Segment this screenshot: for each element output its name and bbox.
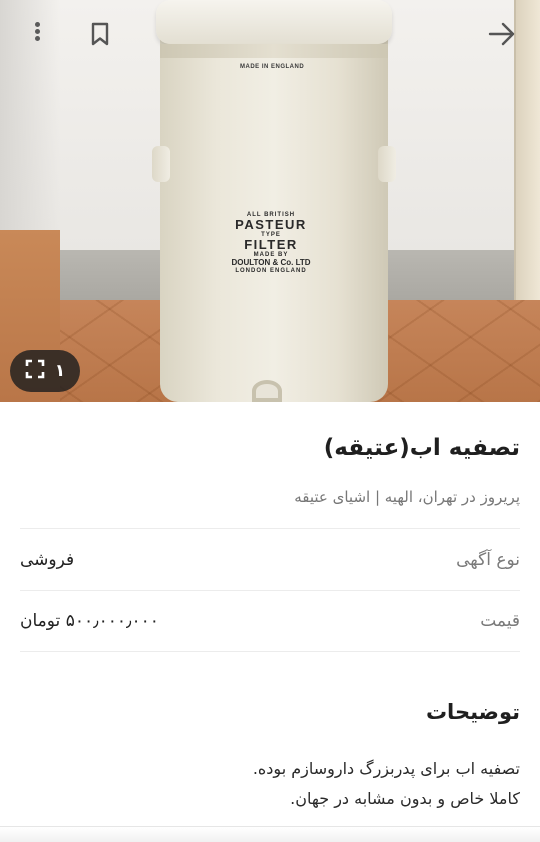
listing-subtitle: پریروز در تهران، الهیه | اشیای عتیقه: [294, 488, 520, 506]
kebab-menu-icon[interactable]: [26, 20, 48, 48]
detail-row-price: قیمت ۵۰۰٫۰۰۰٫۰۰۰ تومان: [20, 590, 520, 652]
water-filter-rim: [160, 44, 388, 58]
price-value: ۵۰۰٫۰۰۰٫۰۰۰ تومان: [20, 611, 159, 631]
description-title: توضیحات: [425, 700, 520, 724]
product-label-line: PASTEUR: [235, 217, 307, 232]
bottom-bar-edge: [0, 826, 540, 842]
description-line: کاملا خاص و بدون مشابه در جهان.: [290, 789, 520, 808]
listing-photo[interactable]: MADE IN ENGLAND ALL BRITISH PASTEUR TYPE…: [0, 0, 540, 402]
listing-content: تصفیه اب(عتیقه) پریروز در تهران، الهیه |…: [20, 402, 520, 814]
description-line: تصفیه اب برای پدربزرگ داروسازم بوده.: [252, 759, 520, 778]
detail-row-ad-type: نوع آگهی فروشی: [20, 528, 520, 590]
product-label-line: LONDON ENGLAND: [235, 268, 307, 274]
product-label: ALL BRITISH PASTEUR TYPE FILTER MADE BY …: [196, 212, 346, 274]
water-filter-spigot: [252, 380, 282, 402]
detail-value: فروشی: [20, 549, 75, 570]
detail-key: قیمت: [480, 611, 520, 631]
detail-rows: نوع آگهی فروشی قیمت ۵۰۰٫۰۰۰٫۰۰۰ تومان: [20, 528, 520, 652]
product-label-line: FILTER: [244, 237, 298, 252]
water-filter-lid: [156, 0, 392, 44]
product-label-line: DOULTON & Co. LTD: [231, 258, 311, 267]
arrow-right-icon[interactable]: [486, 20, 518, 48]
product-stamp: MADE IN ENGLAND: [240, 64, 305, 70]
detail-key: نوع آگهی: [456, 549, 520, 570]
listing-title: تصفیه اب(عتیقه): [323, 435, 520, 461]
bookmark-icon[interactable]: [86, 20, 114, 48]
water-filter-handle-right: [378, 146, 396, 182]
gallery-button[interactable]: ۱: [10, 350, 80, 392]
description-text: تصفیه اب برای پدربزرگ داروسازم بوده. کام…: [20, 754, 520, 814]
gallery-count: ۱: [54, 361, 66, 381]
water-filter-body: [160, 20, 388, 402]
fullscreen-icon: [25, 359, 45, 383]
water-filter-handle-left: [152, 146, 170, 182]
